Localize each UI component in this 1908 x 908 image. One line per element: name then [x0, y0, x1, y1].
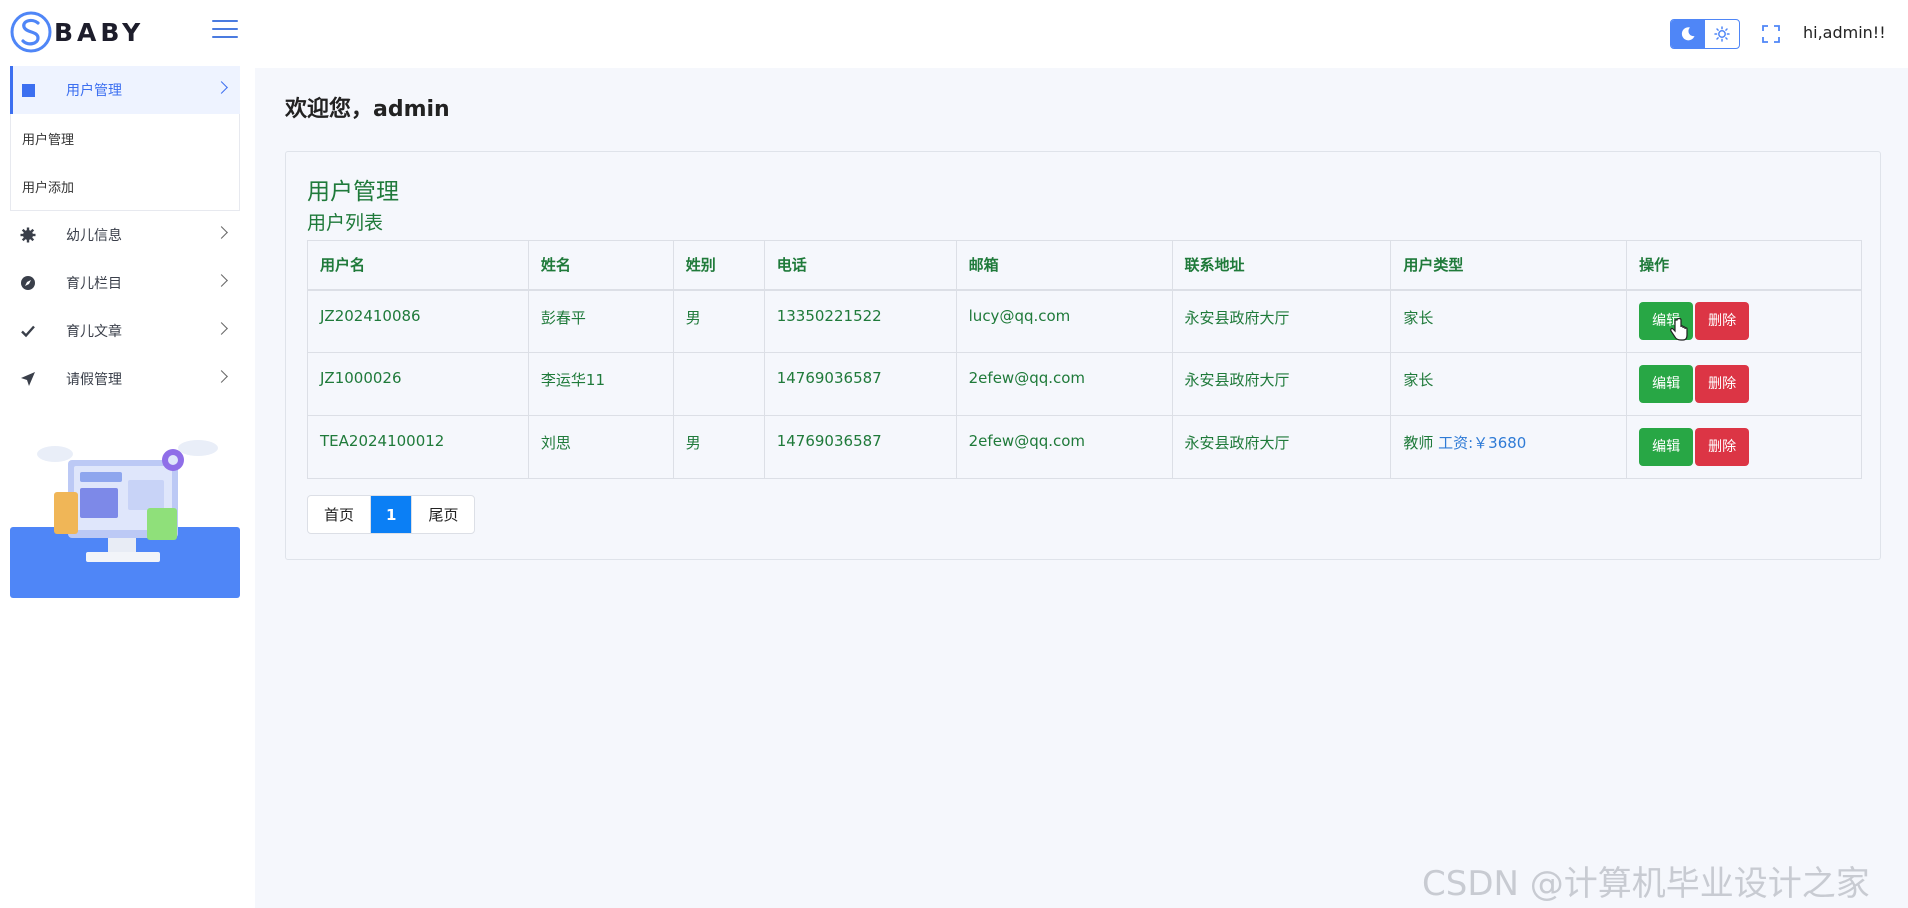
- cell-actions: 编辑 删除: [1626, 289, 1862, 353]
- current-page-button[interactable]: 1: [371, 496, 413, 533]
- square-icon: [20, 82, 36, 98]
- logo-text: BABY: [54, 17, 145, 47]
- sidebar-item-label: 用户管理: [66, 83, 122, 99]
- column-header: 用户类型: [1390, 240, 1628, 291]
- panel-title: 用户管理: [307, 179, 399, 205]
- column-header: 用户名: [307, 240, 529, 291]
- cell-address: 永安县政府大厅: [1171, 352, 1392, 416]
- user-management-panel: 用户管理 用户列表 用户名 姓名 姓别 电话 邮箱 联系地址 用户类型 操作 J…: [285, 151, 1881, 560]
- user-type: 家长: [1403, 371, 1434, 389]
- expand-icon[interactable]: [1762, 25, 1780, 43]
- cell-type: 家长: [1390, 352, 1628, 416]
- moon-icon[interactable]: [1671, 20, 1705, 48]
- edit-button[interactable]: 编辑: [1639, 365, 1694, 403]
- chevron-right-icon: [215, 81, 228, 94]
- cell-address: 永安县政府大厅: [1171, 415, 1392, 479]
- delete-button[interactable]: 删除: [1695, 428, 1750, 466]
- watermark: CSDN @计算机毕业设计之家: [1422, 864, 1870, 904]
- computer-illustration-icon: [37, 440, 218, 562]
- sidebar-item-label: 幼儿信息: [66, 228, 122, 244]
- cell-phone: 13350221522: [763, 289, 957, 353]
- table-header-row: 用户名 姓名 姓别 电话 邮箱 联系地址 用户类型 操作: [307, 240, 1862, 291]
- cell-gender: 男: [672, 415, 765, 479]
- cell-gender: [672, 352, 765, 416]
- top-bar: hi,admin!!: [255, 0, 1908, 68]
- table-row: TEA2024100012 刘思 男 14769036587 2efew@qq.…: [307, 415, 1862, 479]
- salary-link[interactable]: 工资:￥3680: [1438, 434, 1526, 452]
- sidebar-item-leave-management[interactable]: 请假管理: [10, 355, 240, 403]
- edit-button[interactable]: 编辑: [1639, 428, 1694, 466]
- cell-phone: 14769036587: [763, 352, 957, 416]
- cell-name: 刘思: [527, 415, 674, 479]
- cell-actions: 编辑 删除: [1626, 415, 1862, 479]
- cell-name: 彭春平: [527, 289, 674, 353]
- chevron-right-icon: [215, 274, 228, 287]
- sidebar-item-user-management[interactable]: 用户管理: [10, 66, 240, 114]
- logo-icon: [10, 11, 52, 53]
- sidebar-item-parenting-articles[interactable]: 育儿文章: [10, 307, 240, 355]
- page-title: 欢迎您，admin: [285, 97, 450, 122]
- cell-username: JZ1000026: [307, 352, 529, 416]
- cell-username: TEA2024100012: [307, 415, 529, 479]
- chevron-right-icon: [215, 226, 228, 239]
- submenu-item-user-add[interactable]: 用户添加: [11, 162, 239, 210]
- column-header: 姓别: [672, 240, 765, 291]
- sidebar-item-label: 育儿栏目: [66, 276, 122, 292]
- column-header: 电话: [763, 240, 957, 291]
- table-row: JZ1000026 李运华11 14769036587 2efew@qq.com…: [307, 352, 1862, 416]
- last-page-button[interactable]: 尾页: [412, 496, 474, 533]
- cell-actions: 编辑 删除: [1626, 352, 1862, 416]
- cell-name: 李运华11: [527, 352, 674, 416]
- cell-email: 2efew@qq.com: [955, 352, 1173, 416]
- delete-button[interactable]: 删除: [1695, 302, 1750, 341]
- sidebar: BABY 用户管理 用户管理 用户添加 幼儿信息 育儿栏目 育儿文章 请假管理: [0, 0, 255, 908]
- theme-toggle[interactable]: [1670, 19, 1740, 49]
- sidebar-illustration: [10, 430, 240, 600]
- check-icon: [20, 323, 36, 339]
- submenu-item-user-management[interactable]: 用户管理: [11, 114, 239, 162]
- pagination: 首页 1 尾页: [307, 495, 476, 534]
- cell-gender: 男: [672, 289, 765, 353]
- chevron-right-icon: [215, 370, 228, 383]
- sidebar-item-label: 请假管理: [66, 372, 122, 388]
- submenu-item-label: 用户管理: [22, 132, 75, 148]
- compass-icon: [20, 275, 36, 291]
- sidebar-menu: 用户管理 用户管理 用户添加 幼儿信息 育儿栏目 育儿文章 请假管理: [10, 66, 240, 403]
- send-icon: [20, 371, 36, 387]
- column-header: 联系地址: [1171, 240, 1392, 291]
- column-header: 邮箱: [955, 240, 1173, 291]
- cell-type: 家长: [1390, 289, 1628, 353]
- user-table: 用户名 姓名 姓别 电话 邮箱 联系地址 用户类型 操作 JZ202410086…: [307, 240, 1862, 479]
- menu-toggle-icon[interactable]: [212, 20, 238, 40]
- user-type: 教师: [1403, 434, 1434, 452]
- chevron-right-icon: [215, 322, 228, 335]
- sidebar-item-label: 育儿文章: [66, 324, 122, 340]
- panel-subtitle: 用户列表: [307, 212, 384, 234]
- user-type: 家长: [1403, 308, 1434, 327]
- column-header: 操作: [1626, 240, 1862, 291]
- first-page-button[interactable]: 首页: [308, 496, 372, 533]
- sidebar-item-child-info[interactable]: 幼儿信息: [10, 211, 240, 259]
- gear-icon: [20, 227, 36, 243]
- sidebar-item-parenting-column[interactable]: 育儿栏目: [10, 259, 240, 307]
- user-greeting[interactable]: hi,admin!!: [1803, 23, 1886, 42]
- cell-username: JZ202410086: [307, 289, 529, 353]
- sidebar-submenu: 用户管理 用户添加: [10, 114, 240, 211]
- cell-phone: 14769036587: [763, 415, 957, 479]
- submenu-item-label: 用户添加: [22, 180, 75, 196]
- cell-email: lucy@qq.com: [955, 289, 1173, 353]
- cell-type: 教师 工资:￥3680: [1390, 415, 1628, 479]
- cell-address: 永安县政府大厅: [1171, 289, 1392, 353]
- hand-cursor-icon: [1670, 318, 1688, 341]
- table-row: JZ202410086 彭春平 男 13350221522 lucy@qq.co…: [307, 289, 1862, 353]
- logo[interactable]: BABY: [10, 10, 144, 54]
- sun-icon[interactable]: [1705, 20, 1739, 48]
- column-header: 姓名: [527, 240, 674, 291]
- delete-button[interactable]: 删除: [1695, 365, 1750, 403]
- cell-email: 2efew@qq.com: [955, 415, 1173, 479]
